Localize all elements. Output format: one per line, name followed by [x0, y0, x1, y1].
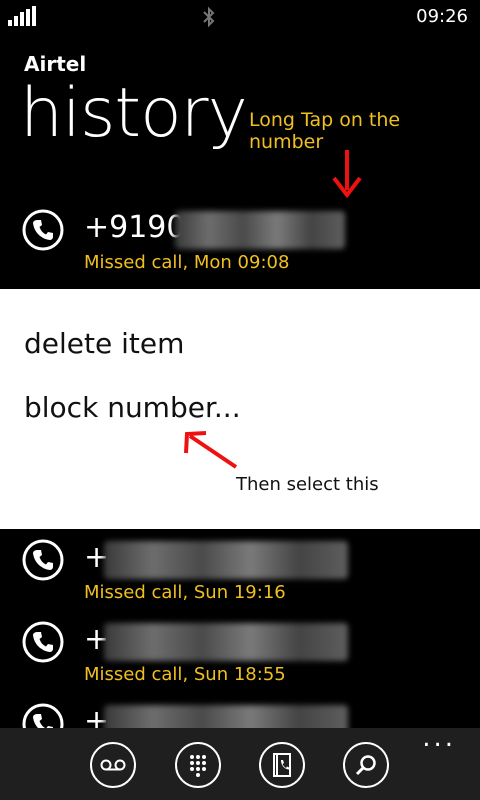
- search-icon: [355, 755, 376, 776]
- selected-call-row[interactable]: +9190 Missed call, Mon 09:08: [0, 205, 480, 283]
- carrier-name: Airtel: [24, 52, 87, 76]
- context-menu: delete item block number... Then select …: [0, 289, 480, 529]
- call-status: Missed call, Sun 18:55: [84, 664, 286, 685]
- contacts-book-icon: [273, 753, 291, 777]
- page-title: history: [20, 74, 248, 153]
- phone-icon: [22, 539, 64, 581]
- phone-icon: [22, 703, 64, 728]
- annotation-arrow-diagonal-icon: [184, 431, 238, 469]
- keypad-icon: [190, 755, 206, 777]
- redacted-number-blur: [175, 211, 345, 249]
- selected-call-number: +9190: [84, 210, 186, 245]
- phone-icon: [22, 621, 64, 663]
- call-list: + Missed call, Sun 19:16 + Missed call, …: [0, 529, 480, 728]
- redacted-number-blur: [104, 541, 348, 579]
- keypad-button[interactable]: [175, 742, 221, 788]
- annotation-long-tap: Long Tap on the number: [249, 109, 401, 153]
- app-bar: [0, 728, 480, 800]
- call-status: Missed call, Sun 19:16: [84, 582, 286, 603]
- more-options-button[interactable]: ...: [422, 725, 456, 751]
- redacted-number-blur: [104, 623, 348, 661]
- voicemail-button[interactable]: [90, 742, 136, 788]
- signal-strength-icon: [8, 6, 36, 26]
- search-button[interactable]: [343, 742, 389, 788]
- selected-call-status: Missed call, Mon 09:08: [84, 252, 290, 273]
- delete-item-menu-option[interactable]: delete item: [24, 327, 184, 360]
- redacted-number-blur: [104, 705, 348, 728]
- annotation-select-this: Then select this: [236, 474, 379, 495]
- bluetooth-icon: [203, 6, 215, 28]
- list-item[interactable]: +: [0, 699, 480, 728]
- phone-icon: [22, 209, 64, 251]
- block-number-menu-option[interactable]: block number...: [24, 391, 241, 424]
- contacts-button[interactable]: [259, 742, 305, 788]
- list-item[interactable]: + Missed call, Sun 18:55: [0, 617, 480, 695]
- list-item[interactable]: + Missed call, Sun 19:16: [0, 535, 480, 613]
- voicemail-icon: [100, 759, 126, 771]
- status-time: 09:26: [416, 6, 468, 27]
- annotation-arrow-down-icon: [332, 150, 362, 198]
